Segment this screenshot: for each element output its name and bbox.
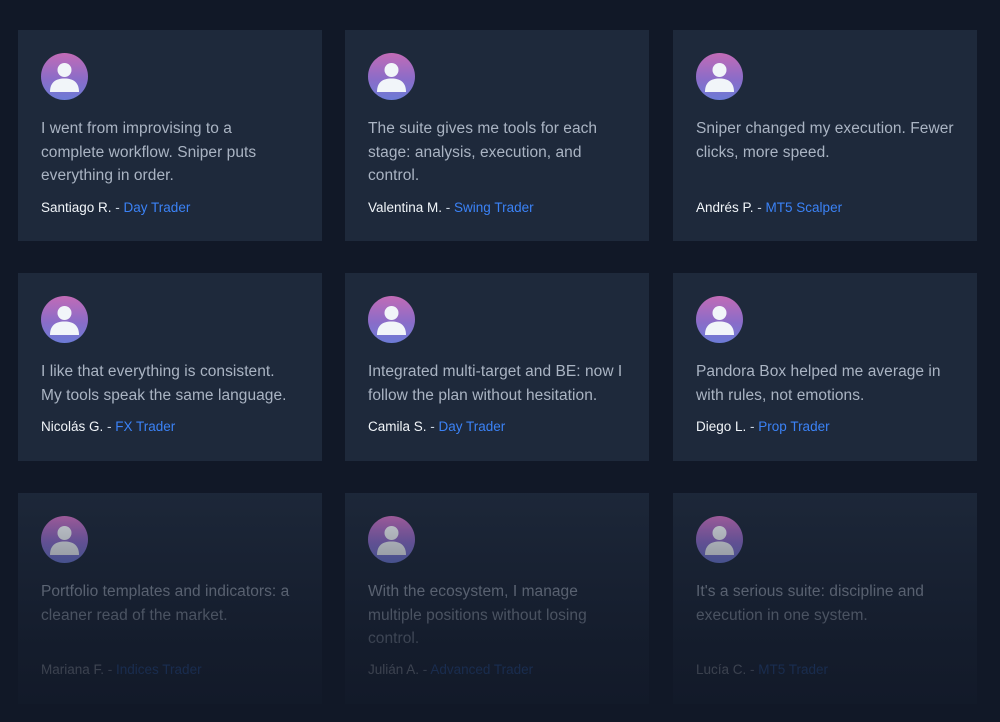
testimonial-quote: I like that everything is consistent. My…	[41, 363, 287, 404]
author-separator: -	[103, 419, 116, 434]
author-name: Julián A.	[368, 662, 420, 677]
author-name: Camila S.	[368, 419, 427, 434]
author-name: Mariana F.	[41, 662, 105, 677]
testimonial-author: Julián A. - Advanced Trader	[368, 662, 533, 677]
testimonial-card: Sniper changed my execution. Fewer click…	[673, 30, 977, 241]
author-name: Lucía C.	[696, 662, 747, 677]
testimonial-author: Camila S. - Day Trader	[368, 419, 505, 434]
user-avatar-icon	[41, 296, 88, 343]
testimonial-author: Andrés P. - MT5 Scalper	[696, 200, 842, 215]
user-avatar-icon	[41, 516, 88, 563]
author-name: Diego L.	[696, 419, 747, 434]
testimonial-author: Santiago R. - Day Trader	[41, 200, 190, 215]
testimonial-quote: Integrated multi-target and BE: now I fo…	[368, 363, 623, 404]
author-role: Day Trader	[438, 419, 506, 434]
author-role: Indices Trader	[116, 662, 202, 677]
testimonial-quote: Sniper changed my execution. Fewer click…	[696, 120, 954, 161]
testimonial-card: It's a serious suite: discipline and exe…	[673, 493, 977, 704]
author-name: Nicolás G.	[41, 419, 104, 434]
author-separator: -	[426, 419, 439, 434]
author-role: Swing Trader	[454, 200, 534, 215]
user-avatar-icon	[696, 296, 743, 343]
testimonial-quote: I went from improvising to a complete wo…	[41, 120, 257, 184]
testimonial-card: With the ecosystem, I manage multiple po…	[345, 493, 649, 704]
testimonial-author: Diego L. - Prop Trader	[696, 419, 830, 434]
author-separator: -	[104, 662, 117, 677]
author-separator: -	[419, 662, 431, 677]
testimonial-card: I went from improvising to a complete wo…	[18, 30, 322, 241]
testimonial-card: I like that everything is consistent. My…	[18, 273, 322, 461]
testimonial-quote: With the ecosystem, I manage multiple po…	[368, 583, 587, 647]
author-role: Prop Trader	[758, 419, 830, 434]
testimonial-author: Mariana F. - Indices Trader	[41, 662, 202, 677]
author-separator: -	[753, 200, 766, 215]
author-role: MT5 Scalper	[765, 200, 843, 215]
user-avatar-icon	[696, 53, 743, 100]
user-avatar-icon	[41, 53, 88, 100]
user-avatar-icon	[368, 296, 415, 343]
author-role: MT5 Trader	[758, 662, 829, 677]
testimonial-author: Nicolás G. - FX Trader	[41, 419, 175, 434]
testimonial-quote: The suite gives me tools for each stage:…	[368, 120, 598, 184]
author-name: Valentina M.	[368, 200, 443, 215]
author-separator: -	[746, 662, 759, 677]
author-separator: -	[746, 419, 759, 434]
user-avatar-icon	[368, 53, 415, 100]
author-separator: -	[111, 200, 124, 215]
testimonial-card: The suite gives me tools for each stage:…	[345, 30, 649, 241]
user-avatar-icon	[368, 516, 415, 563]
testimonial-card: Portfolio templates and indicators: a cl…	[18, 493, 322, 704]
author-name: Santiago R.	[41, 200, 112, 215]
testimonial-card: Integrated multi-target and BE: now I fo…	[345, 273, 649, 461]
author-name: Andrés P.	[696, 200, 754, 215]
author-role: Day Trader	[123, 200, 191, 215]
author-separator: -	[442, 200, 455, 215]
testimonial-quote: Portfolio templates and indicators: a cl…	[41, 583, 290, 624]
testimonial-card: Pandora Box helped me average in with ru…	[673, 273, 977, 461]
testimonial-author: Lucía C. - MT5 Trader	[696, 662, 828, 677]
testimonial-author: Valentina M. - Swing Trader	[368, 200, 534, 215]
author-role: Advanced Trader	[430, 662, 534, 677]
user-avatar-icon	[696, 516, 743, 563]
testimonial-quote: Pandora Box helped me average in with ru…	[696, 363, 941, 404]
testimonials-page: I went from improvising to a complete wo…	[0, 0, 1000, 722]
author-role: FX Trader	[115, 419, 176, 434]
testimonial-quote: It's a serious suite: discipline and exe…	[696, 583, 924, 624]
